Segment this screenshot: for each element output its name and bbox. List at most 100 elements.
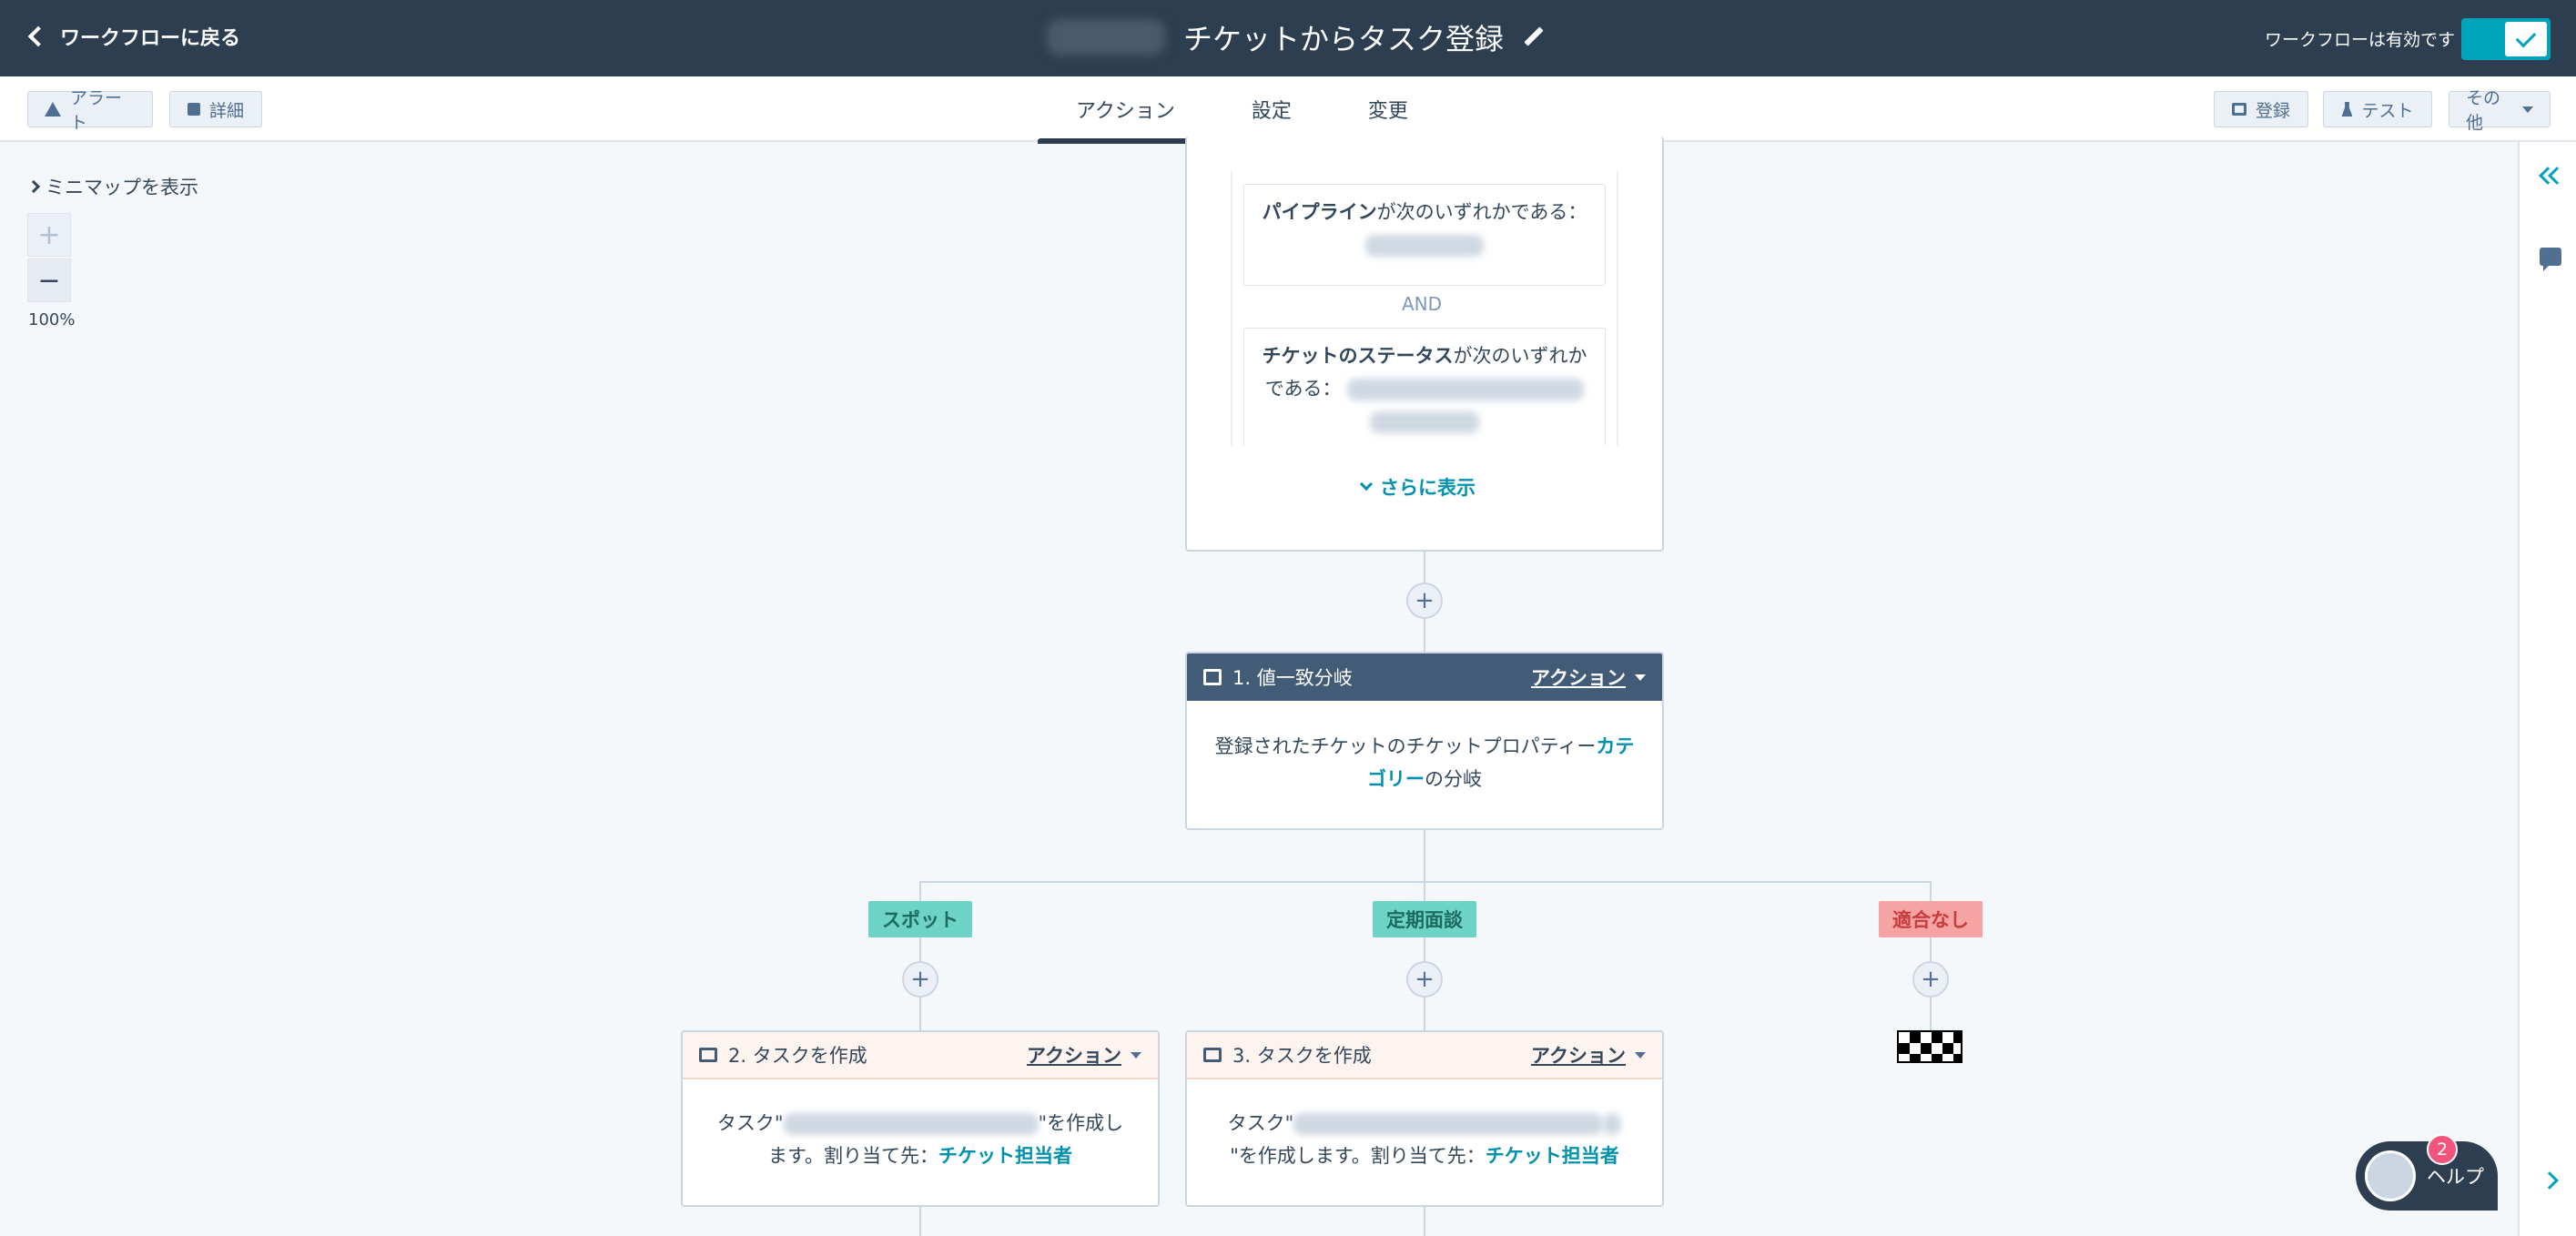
avatar — [2365, 1150, 2416, 1201]
show-more-label: さらに表示 — [1380, 477, 1476, 499]
enroll-icon — [2231, 103, 2246, 116]
blurred-task-name — [1293, 1113, 1604, 1135]
connector — [919, 1207, 921, 1236]
task-body-prefix: タスク" — [716, 1112, 784, 1134]
chevron-right-icon — [26, 179, 41, 194]
task-body-suffix: "を作成します。割り当て先： — [1230, 1145, 1486, 1167]
show-minimap-toggle[interactable]: ミニマップを表示 — [26, 173, 198, 200]
enroll-button[interactable]: 登録 — [2214, 91, 2308, 127]
alert-button[interactable]: アラート — [27, 88, 153, 133]
filter-pipeline[interactable]: パイプラインが次のいずれかである： — [1243, 184, 1606, 286]
action-menu-label: アクション — [1027, 1045, 1121, 1067]
back-label: ワークフローに戻る — [60, 27, 241, 50]
zoom-out-button[interactable]: − — [27, 258, 71, 302]
task-action-title: 3. タスクを作成 — [1203, 1041, 1531, 1069]
connector — [1424, 830, 1425, 883]
check-icon — [2515, 26, 2537, 48]
chevron-down-icon — [1359, 477, 1374, 491]
toggle-knob — [2505, 22, 2547, 56]
add-action-button[interactable]: + — [1406, 961, 1443, 998]
edit-pencil-icon[interactable] — [1522, 25, 1546, 49]
branch-label-text: 定期面談 — [1386, 909, 1463, 931]
branch-icon — [1203, 669, 1222, 685]
workflow-title-area: チケットからタスク登録 — [1047, 16, 1546, 58]
help-widget-button[interactable]: 2 ヘルプ — [2356, 1134, 2498, 1211]
caret-down-icon — [1131, 1051, 1141, 1059]
sub-toolbar: アラート 詳細 アクション 設定 変更 登録 テスト その他 — [0, 76, 2576, 144]
end-of-branch-flag-icon — [1897, 1030, 1962, 1063]
flask-icon — [2341, 102, 2353, 117]
task-action-title-text: 2. タスクを作成 — [728, 1045, 867, 1067]
task-action-title-text: 3. タスクを作成 — [1232, 1045, 1372, 1067]
tab-bar: アクション 設定 変更 — [1038, 76, 1446, 144]
tab-actions[interactable]: アクション — [1038, 76, 1213, 144]
task-action-header: 3. タスクを作成 アクション — [1187, 1032, 1662, 1079]
minimap-label: ミニマップを表示 — [46, 177, 198, 198]
details-label: 詳細 — [208, 100, 244, 121]
filter-ticket-status[interactable]: チケットのステータスが次のいずれかである： — [1243, 328, 1606, 446]
task-action-title: 2. タスクを作成 — [699, 1041, 1027, 1069]
connector — [1424, 1207, 1425, 1236]
branch-body-suffix: の分岐 — [1425, 768, 1482, 790]
add-action-button[interactable]: + — [902, 961, 938, 998]
test-button[interactable]: テスト — [2323, 91, 2432, 127]
chevron-right-icon[interactable] — [2541, 1171, 2559, 1190]
tab-settings[interactable]: 設定 — [1213, 76, 1330, 142]
filter-group-border — [1231, 171, 1232, 446]
action-menu-dropdown[interactable]: アクション — [1027, 1041, 1141, 1069]
more-dropdown-button[interactable]: その他 — [2449, 88, 2551, 133]
workflow-title[interactable]: チケットからタスク登録 — [1183, 16, 1504, 58]
ticket-owner-link[interactable]: チケット担当者 — [1486, 1145, 1619, 1167]
branch-action-header: 1. 値一致分岐 アクション — [1187, 653, 1662, 701]
branch-action-title-text: 1. 値一致分岐 — [1232, 667, 1353, 689]
chevron-left-icon — [27, 25, 49, 47]
task-action-card[interactable]: 3. タスクを作成 アクション タスク" "を作成します。割り当て先：チケット担当… — [1185, 1030, 1664, 1207]
blurred-task-name — [1603, 1113, 1622, 1135]
task-action-body: タスク""を作成します。割り当て先：チケット担当者 — [683, 1107, 1158, 1172]
help-label: ヘルプ — [2427, 1166, 2484, 1188]
top-header: ワークフローに戻る チケットからタスク登録 ワークフローは有効です — [0, 0, 2576, 76]
branch-label-spot[interactable]: スポット — [868, 901, 972, 937]
blurred-task-name — [783, 1113, 1039, 1135]
task-action-card[interactable]: 2. タスクを作成 アクション タスク" "を作成します。割り当て先：チケット担当… — [681, 1030, 1160, 1207]
action-menu-dropdown[interactable]: アクション — [1531, 1041, 1646, 1069]
add-action-button[interactable]: + — [1912, 961, 1949, 998]
show-more-link[interactable]: さらに表示 — [1359, 473, 1476, 501]
branch-label-regular-meeting[interactable]: 定期面談 — [1373, 901, 1476, 937]
alert-label: アラート — [70, 88, 123, 133]
caret-down-icon — [2522, 106, 2533, 113]
branch-action-title: 1. 値一致分岐 — [1203, 664, 1531, 691]
zoom-in-button[interactable]: + — [27, 213, 71, 257]
notification-badge: 2 — [2427, 1134, 2458, 1165]
workflow-active-toggle[interactable] — [2461, 18, 2551, 60]
collapse-panel-icon[interactable] — [2538, 166, 2566, 187]
caret-down-icon — [1635, 1051, 1646, 1059]
details-button[interactable]: 詳細 — [169, 91, 262, 127]
filter2-property: チケットのステータス — [1262, 345, 1454, 367]
back-to-workflows-link[interactable]: ワークフローに戻る — [27, 22, 241, 51]
caret-down-icon — [1635, 674, 1646, 681]
branch-action-card[interactable]: 1. 値一致分岐 アクション 登録されたチケットのチケットプロパティーカテゴリー… — [1185, 652, 1664, 830]
blurred-value — [1365, 235, 1484, 257]
enroll-label: 登録 — [2255, 100, 2290, 121]
blurred-value — [1370, 411, 1479, 433]
tab-settings-label: 設定 — [1251, 100, 1292, 123]
task-action-body: タスク" "を作成します。割り当て先：チケット担当者 — [1187, 1107, 1662, 1172]
branch-label-no-match[interactable]: 適合なし — [1879, 901, 1983, 937]
branch-label-text: 適合なし — [1892, 909, 1969, 931]
zoom-level: 100% — [28, 310, 76, 329]
branch-body-prefix: 登録されたチケットのチケットプロパティー — [1214, 735, 1597, 757]
blurred-value — [1347, 379, 1585, 400]
action-menu-label: アクション — [1531, 667, 1626, 689]
add-action-button[interactable]: + — [1406, 583, 1443, 619]
tab-changes[interactable]: 変更 — [1330, 76, 1446, 142]
and-operator: AND — [1402, 293, 1443, 315]
task-icon — [1203, 1048, 1222, 1062]
ticket-owner-link[interactable]: チケット担当者 — [938, 1145, 1072, 1167]
more-label: その他 — [2466, 88, 2501, 133]
details-icon — [187, 103, 200, 116]
branch-action-body: 登録されたチケットのチケットプロパティーカテゴリーの分岐 — [1187, 730, 1662, 795]
action-menu-dropdown[interactable]: アクション — [1531, 664, 1646, 691]
task-body-prefix: タスク" — [1227, 1112, 1294, 1134]
comment-icon[interactable] — [2540, 248, 2561, 271]
